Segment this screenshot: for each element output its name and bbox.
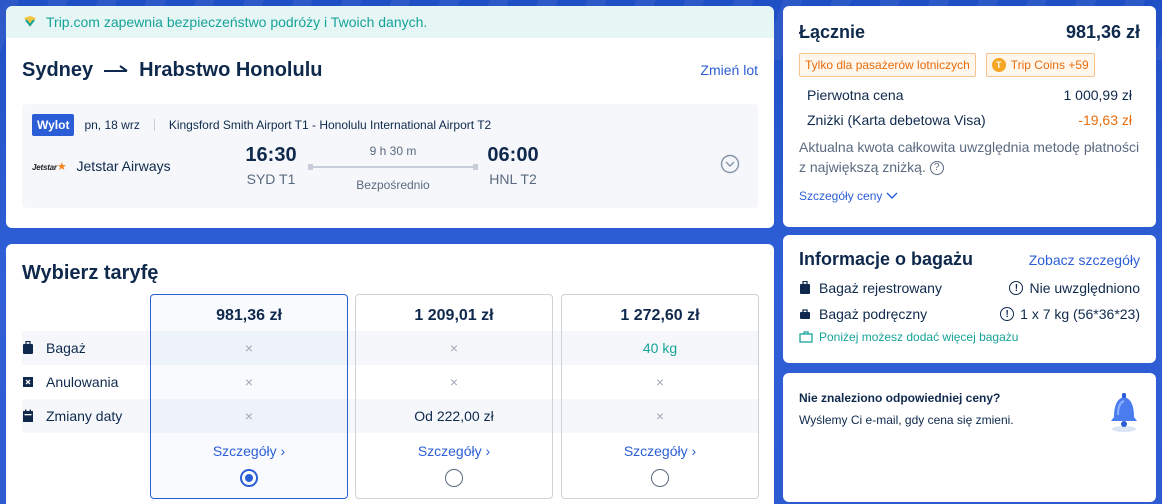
fare-option-3[interactable]: 1 272,60 zł 40 kg × × Szczegóły › bbox=[561, 294, 759, 499]
fare-title: Wybierz taryfę bbox=[22, 262, 159, 284]
fare-radio[interactable] bbox=[445, 469, 463, 487]
fare-price: 1 209,01 zł bbox=[414, 307, 494, 324]
total-label: Łącznie bbox=[799, 22, 866, 42]
chevron-down-icon bbox=[886, 192, 898, 200]
feature-label: Bagaż bbox=[46, 340, 86, 356]
duration-info: 9 h 30 m Bezpośrednio bbox=[308, 144, 478, 192]
arrival-time: 06:00 bbox=[487, 144, 539, 166]
flight-card: Sydney Hrabstwo Honolulu Zmień lot Wylot… bbox=[6, 38, 774, 228]
baggage-details-link[interactable]: Zobacz szczegóły bbox=[1029, 252, 1140, 268]
fare-details-link[interactable]: Szczegóły › bbox=[151, 443, 347, 459]
security-banner: Trip.com zapewnia bezpieczeństwo podróży… bbox=[6, 6, 774, 38]
change-flight-link[interactable]: Zmień lot bbox=[700, 62, 758, 78]
feature-date-change: Zmiany daty bbox=[22, 399, 122, 433]
arrival-terminal: HNL T2 bbox=[489, 171, 537, 187]
fare-cancellation: × bbox=[449, 374, 459, 390]
fare-radio-selected[interactable] bbox=[240, 469, 258, 487]
carry-on-row: Bagaż podręczny ! 1 x 7 kg (56*36*23) bbox=[799, 306, 1140, 322]
flight-duration: 9 h 30 m bbox=[369, 144, 417, 158]
left-column: Trip.com zapewnia bezpieczeństwo podróży… bbox=[6, 6, 774, 504]
security-banner-text: Trip.com zapewnia bezpieczeństwo podróży… bbox=[46, 14, 428, 30]
fare-cancellation: × bbox=[655, 374, 665, 390]
fare-radio[interactable] bbox=[651, 469, 669, 487]
trip-coins-tag: T Trip Coins +59 bbox=[985, 53, 1095, 77]
checked-baggage-row: Bagaż rejestrowany ! Nie uwzględniono bbox=[799, 280, 1140, 296]
price-details-link[interactable]: Szczegóły ceny bbox=[799, 189, 1140, 203]
info-icon: ! bbox=[1009, 281, 1024, 295]
right-column: Łącznie 981,36 zł Tylko dla pasażerów lo… bbox=[783, 6, 1156, 502]
discount-row: Zniżki (Karta debetowa Visa) -19,63 zł bbox=[807, 112, 1132, 128]
departure-time: 16:30 bbox=[245, 144, 297, 166]
feature-baggage: Bagaż bbox=[22, 331, 86, 365]
baggage-title: Informacje o bagażu bbox=[799, 249, 974, 269]
fare-cancellation: × bbox=[244, 374, 254, 390]
departure-info: 16:30 SYD T1 bbox=[238, 144, 304, 187]
fare-baggage: × bbox=[449, 340, 459, 356]
fare-date-change: Od 222,00 zł bbox=[414, 408, 494, 424]
price-summary-card: Łącznie 981,36 zł Tylko dla pasażerów lo… bbox=[783, 6, 1156, 227]
chevron-down-icon[interactable] bbox=[720, 154, 740, 174]
feature-label: Zmiany daty bbox=[46, 408, 123, 424]
feature-cancellation: Anulowania bbox=[22, 365, 118, 399]
help-icon[interactable]: ? bbox=[929, 160, 944, 175]
departure-badge: Wylot bbox=[32, 114, 75, 136]
stops-text: Bezpośrednio bbox=[356, 178, 430, 192]
bell-icon[interactable] bbox=[1106, 387, 1142, 433]
calendar-icon bbox=[23, 409, 33, 422]
fare-option-1[interactable]: 981,36 zł × × × Szczegóły › bbox=[150, 294, 348, 499]
fare-baggage: 40 kg bbox=[642, 340, 678, 356]
fare-date-change: × bbox=[244, 408, 254, 424]
fare-details-link[interactable]: Szczegóły › bbox=[562, 443, 758, 459]
destination-city: Hrabstwo Honolulu bbox=[139, 58, 323, 81]
passenger-only-tag: Tylko dla pasażerów lotniczych bbox=[799, 53, 976, 77]
airline-info: Jetstar★ Jetstar Airways bbox=[32, 158, 171, 174]
ticket-icon bbox=[23, 377, 33, 387]
coin-icon: T bbox=[991, 58, 1006, 72]
fare-price: 1 272,60 zł bbox=[620, 307, 700, 324]
info-icon: ! bbox=[1000, 307, 1015, 321]
fare-option-2[interactable]: 1 209,01 zł × × Od 222,00 zł Szczegóły › bbox=[355, 294, 553, 499]
alert-title: Nie znaleziono odpowiedniej ceny? bbox=[799, 391, 1001, 405]
total-price: 981,36 zł bbox=[1065, 22, 1140, 42]
shield-check-icon bbox=[24, 16, 36, 27]
bag-icon bbox=[800, 309, 810, 319]
add-bag-icon bbox=[799, 331, 813, 343]
duration-line bbox=[308, 164, 478, 170]
airports-text: Kingsford Smith Airport T1 - Honolulu In… bbox=[168, 118, 492, 132]
fare-date-change: × bbox=[655, 408, 665, 424]
original-price-row: Pierwotna cena 1 000,99 zł bbox=[807, 87, 1132, 103]
fare-card: Wybierz taryfę Bagaż Anulowania Zmiany d… bbox=[6, 244, 774, 504]
fare-details-link[interactable]: Szczegóły › bbox=[356, 443, 552, 459]
arrow-right-icon bbox=[104, 65, 128, 72]
feature-label: Anulowania bbox=[46, 374, 119, 390]
origin-city: Sydney bbox=[22, 58, 94, 81]
fare-baggage: × bbox=[244, 340, 254, 356]
price-alert-card: Nie znaleziono odpowiedniej ceny? Wyślem… bbox=[783, 373, 1156, 502]
route-title: Sydney Hrabstwo Honolulu bbox=[22, 59, 322, 82]
arrival-info: 06:00 HNL T2 bbox=[480, 144, 546, 187]
flight-segment[interactable]: Wylot pn, 18 wrz Kingsford Smith Airport… bbox=[22, 104, 758, 208]
divider bbox=[153, 119, 155, 131]
departure-terminal: SYD T1 bbox=[246, 171, 296, 187]
fare-price: 981,36 zł bbox=[216, 307, 282, 324]
add-baggage-link[interactable]: Poniżej możesz dodać więcej bagażu bbox=[799, 330, 1140, 344]
departure-date: pn, 18 wrz bbox=[84, 118, 140, 132]
baggage-card: Informacje o bagażu Zobacz szczegóły Bag… bbox=[783, 235, 1156, 363]
payment-note: Aktualna kwota całkowita uwzględnia meto… bbox=[799, 139, 1140, 175]
airline-logo: Jetstar★ bbox=[32, 160, 67, 173]
luggage-icon bbox=[800, 281, 810, 294]
airline-name: Jetstar Airways bbox=[76, 158, 171, 174]
alert-text: Wyślemy Ci e-mail, gdy cena się zmieni. bbox=[799, 413, 1014, 427]
luggage-icon bbox=[23, 341, 33, 354]
